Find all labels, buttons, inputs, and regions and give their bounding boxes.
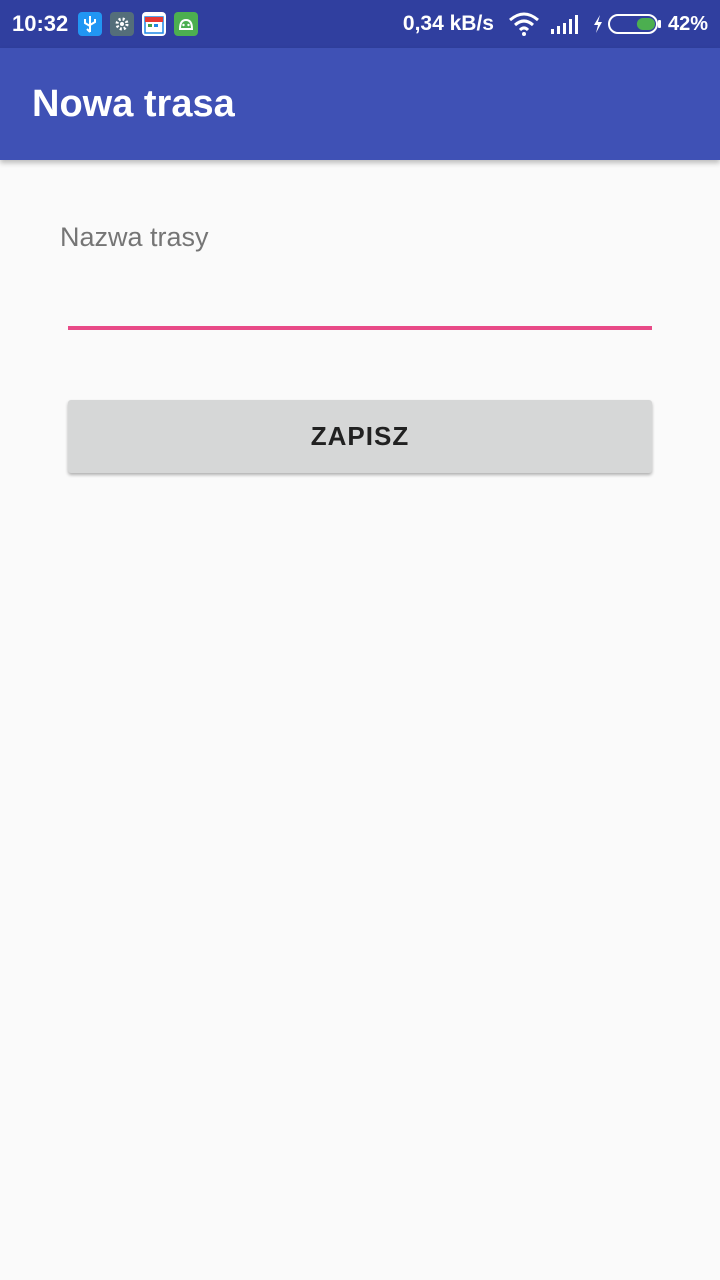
usb-icon — [78, 12, 103, 36]
status-bar: 10:32 0,34 kB/s 42% — [0, 0, 720, 48]
wifi-icon — [508, 12, 540, 36]
route-name-label: Nazwa trasy — [60, 222, 209, 252]
network-speed: 0,34 kB/s — [402, 12, 494, 35]
battery-percent: 42% — [667, 12, 708, 35]
status-right-group: 0,34 kB/s 42% — [403, 12, 708, 36]
charging-icon — [592, 14, 604, 34]
page-title: Nowa trasa — [32, 82, 235, 125]
app-bar: Nowa trasa — [0, 48, 720, 160]
android-icon — [174, 12, 199, 36]
status-time: 10:32 — [12, 11, 69, 36]
signal-icon — [550, 13, 582, 35]
route-name-input[interactable] — [68, 270, 652, 330]
battery-icon — [607, 13, 662, 35]
save-button[interactable]: ZAPISZ — [68, 400, 652, 473]
calendar-icon — [142, 12, 167, 36]
gear-icon — [110, 12, 135, 36]
